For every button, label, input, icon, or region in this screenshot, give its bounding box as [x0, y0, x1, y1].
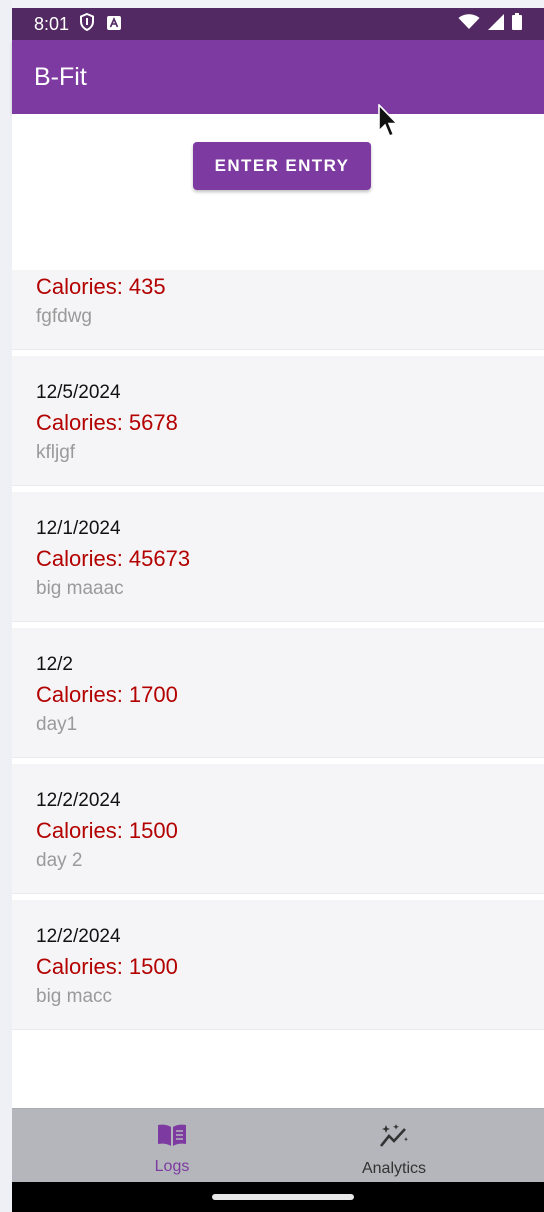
home-handle[interactable]: [212, 1194, 354, 1200]
top-edge: [12, 0, 544, 8]
mouse-cursor-icon: [378, 103, 400, 145]
log-card[interactable]: 12/2 Calories: 1700 day1: [12, 628, 544, 758]
log-card[interactable]: 12/1/2024 Calories: 45673 big maaac: [12, 492, 544, 622]
signal-icon: [488, 13, 504, 35]
a-notification-icon: [107, 14, 122, 35]
wifi-icon: [458, 13, 480, 35]
log-date: 12/2: [36, 654, 73, 675]
log-card[interactable]: 12/5/2024 Calories: 5678 kfljgf: [12, 356, 544, 486]
system-navigation-bar: [12, 1182, 544, 1212]
nav-label-logs: Logs: [154, 1158, 190, 1175]
log-calories: Calories: 435: [36, 274, 166, 299]
screen: 8:01 B-Fit ENTER ENTRY Calories: 435 fgf…: [0, 0, 544, 1212]
log-note: big macc: [36, 986, 113, 1007]
nav-item-logs[interactable]: Logs: [92, 1109, 252, 1183]
log-calories: Calories: 1500: [36, 818, 178, 843]
shield-icon: [79, 12, 95, 36]
book-icon: [156, 1123, 188, 1152]
log-calories: Calories: 1500: [36, 954, 178, 979]
log-card[interactable]: 12/2/2024 Calories: 1500 big macc: [12, 900, 544, 1030]
logs-content[interactable]: ENTER ENTRY Calories: 435 fgfdwg 12/5/20…: [12, 114, 544, 1108]
analytics-icon: [378, 1123, 410, 1154]
log-date: 12/5/2024: [36, 382, 121, 403]
status-time: 8:01: [34, 13, 70, 34]
log-date: 12/2/2024: [36, 926, 121, 947]
bottom-navigation: Logs Analytics: [12, 1108, 544, 1182]
nav-item-analytics[interactable]: Analytics: [314, 1109, 474, 1183]
log-calories: Calories: 45673: [36, 546, 191, 571]
log-note: kfljgf: [36, 442, 76, 463]
log-calories: Calories: 5678: [36, 410, 178, 435]
log-date: 12/2/2024: [36, 790, 121, 811]
log-note: day 2: [36, 850, 83, 871]
left-edge: [0, 0, 12, 1212]
log-card[interactable]: 12/2/2024 Calories: 1500 day 2: [12, 764, 544, 894]
status-bar: 8:01: [12, 8, 544, 40]
log-note: day1: [36, 714, 78, 735]
nav-label-analytics: Analytics: [361, 1160, 427, 1177]
battery-icon: [512, 13, 522, 35]
app-title: B-Fit: [34, 62, 87, 91]
log-note: fgfdwg: [36, 306, 92, 327]
app-bar: B-Fit: [12, 40, 544, 114]
log-calories: Calories: 1700: [36, 682, 178, 707]
log-date: 12/1/2024: [36, 518, 121, 539]
log-card[interactable]: Calories: 435 fgfdwg: [12, 270, 544, 350]
log-note: big maaac: [36, 578, 124, 599]
enter-entry-button[interactable]: ENTER ENTRY: [193, 142, 371, 190]
